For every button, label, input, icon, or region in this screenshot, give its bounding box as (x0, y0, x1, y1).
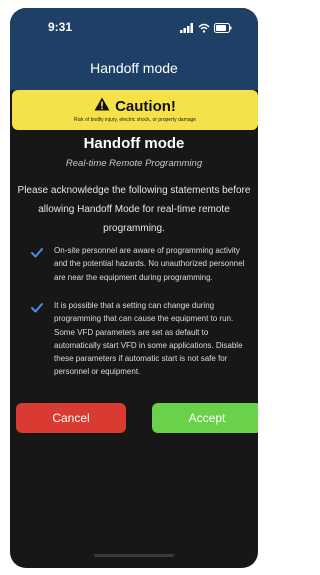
acknowledgement-text: It is possible that a setting can change… (54, 301, 243, 377)
checkmark-icon[interactable] (30, 246, 44, 260)
warning-icon (94, 97, 110, 116)
dialog-title: Handoff mode (83, 135, 185, 152)
phone-screen: 9:31 Handoff mode Caution! Risk of bodil… (10, 8, 258, 568)
dialog-subtitle: Real-time Remote Programming (65, 158, 203, 169)
wifi-icon (198, 20, 210, 38)
cancel-button[interactable]: Cancel (16, 403, 126, 433)
status-icons (180, 20, 232, 38)
acknowledgement-text: On-site personnel are aware of programmi… (54, 246, 245, 282)
caution-banner: Caution! Risk of bodily injury, electric… (12, 90, 258, 130)
status-bar: 9:31 (10, 8, 258, 46)
caution-title-row: Caution! (12, 97, 258, 116)
caution-subtitle: Risk of bodily injury, electric shock, o… (73, 117, 197, 123)
checkmark-icon[interactable] (30, 301, 44, 315)
home-indicator[interactable] (94, 554, 174, 557)
caution-title: Caution! (115, 98, 176, 115)
nav-header: Handoff mode (10, 46, 258, 91)
status-time: 9:31 (48, 20, 73, 34)
signal-icon (180, 20, 194, 38)
accept-button[interactable]: Accept (152, 403, 258, 433)
page-title: Handoff mode (90, 60, 178, 76)
dialog-intro: Please acknowledge the following stateme… (17, 185, 251, 234)
battery-icon (214, 20, 232, 38)
